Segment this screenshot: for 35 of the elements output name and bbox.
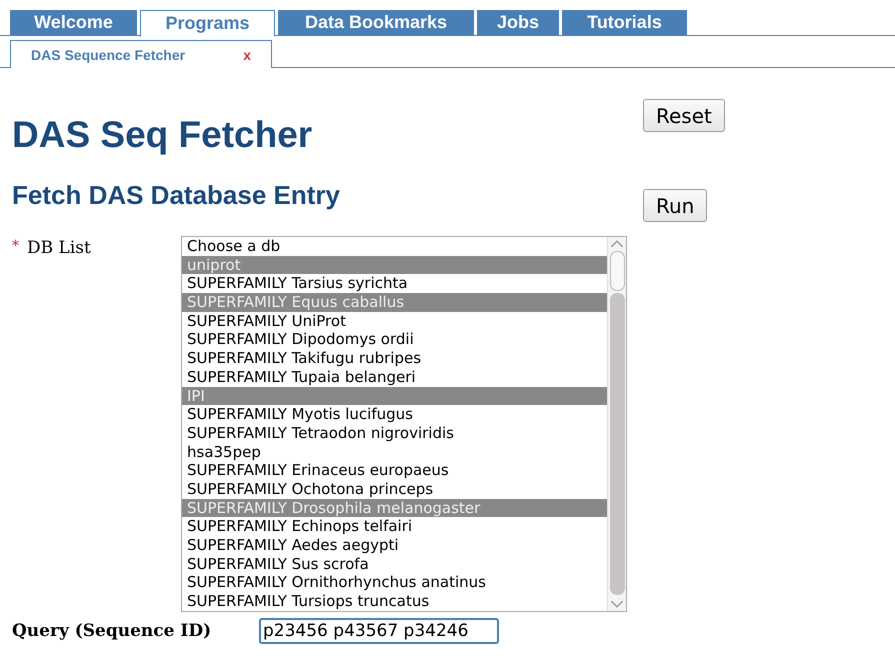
- scrollbar[interactable]: [607, 237, 626, 611]
- page-title: DAS Seq Fetcher: [12, 114, 314, 156]
- list-option[interactable]: SUPERFAMILY Takifugu rubripes: [182, 349, 607, 368]
- required-mark: *: [12, 238, 19, 256]
- list-option[interactable]: SUPERFAMILY Tursiops truncatus: [182, 592, 607, 611]
- program-tab[interactable]: DAS Sequence Fetcher x: [10, 40, 272, 68]
- list-option[interactable]: SUPERFAMILY Dipodomys ordii: [182, 330, 607, 350]
- list-option[interactable]: SUPERFAMILY Aedes aegypti: [182, 536, 607, 555]
- list-option[interactable]: SUPERFAMILY Tetraodon nigroviridis: [182, 424, 607, 443]
- query-field[interactable]: p23456 p43567 p34246: [259, 618, 499, 644]
- list-option[interactable]: SUPERFAMILY Myotis lucifugus: [182, 405, 607, 424]
- list-option[interactable]: SUPERFAMILY Tarsius syrichta: [182, 274, 607, 294]
- field-label: DB List: [27, 238, 91, 258]
- close-button[interactable]: x: [243, 46, 251, 62]
- tab[interactable]: Data Bookmarks: [278, 10, 474, 35]
- tab[interactable]: Programs: [140, 10, 275, 37]
- scroll-thumb[interactable]: [610, 251, 624, 291]
- db-listbox[interactable]: [181, 236, 627, 612]
- tab[interactable]: Welcome: [10, 10, 137, 35]
- section-heading: Fetch DAS Database Entry: [12, 180, 341, 211]
- tab[interactable]: Jobs: [477, 10, 559, 35]
- list-option[interactable]: SUPERFAMILY Sus scrofa: [182, 554, 607, 574]
- tab[interactable]: Tutorials: [562, 10, 687, 35]
- list-option[interactable]: SUPERFAMILY UniProt: [182, 312, 607, 330]
- list-option[interactable]: Choose a db: [182, 237, 607, 256]
- tab-label: DAS Sequence Fetcher: [31, 46, 186, 62]
- list-option[interactable]: SUPERFAMILY Tupaia belangeri: [182, 368, 607, 386]
- run-button[interactable]: Run: [643, 189, 708, 222]
- list-option[interactable]: SUPERFAMILY Erinaceus europaeus: [182, 461, 607, 480]
- field-label: Query (Sequence ID): [12, 621, 212, 641]
- list-option[interactable]: SUPERFAMILY Echinops telfairi: [182, 517, 607, 536]
- reset-button[interactable]: Reset: [643, 99, 725, 132]
- list-option[interactable]: hsa35pep: [182, 442, 607, 462]
- list-option[interactable]: SUPERFAMILY Ochotona princeps: [182, 480, 607, 499]
- list-option[interactable]: SUPERFAMILY Ornithorhynchus anatinus: [182, 573, 607, 592]
